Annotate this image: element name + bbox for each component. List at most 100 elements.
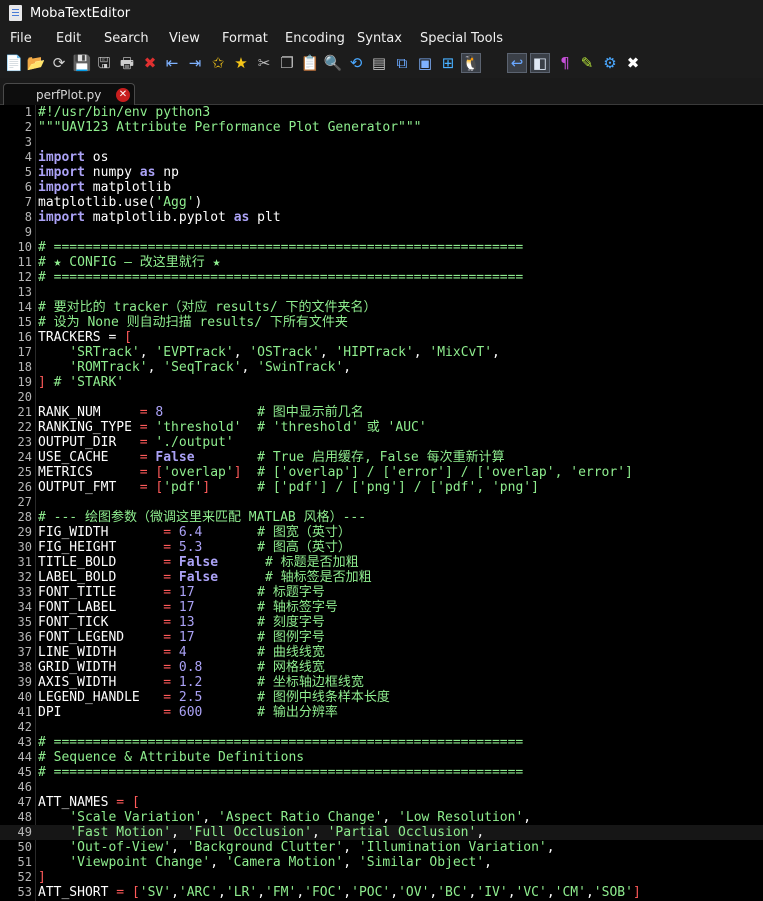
replace-icon[interactable]: ⟲ [346, 53, 366, 73]
indent-icon[interactable]: ⇥ [185, 53, 205, 73]
code-line[interactable]: 26 OUTPUT_FMT = ['pdf'] # ['pdf'] / ['png… [0, 480, 763, 495]
code-line[interactable]: 43 # ====================================… [0, 735, 763, 750]
paste-icon[interactable]: 📋 [300, 53, 320, 73]
menu-special-tools[interactable]: Special Tools [420, 31, 503, 46]
code-line[interactable]: 47 ATT_NAMES = [ [0, 795, 763, 810]
word-wrap-icon[interactable]: ↩ [507, 53, 527, 73]
code-line[interactable]: 17 'SRTrack', 'EVPTrack', 'OSTrack', 'HI… [0, 345, 763, 360]
code-line[interactable]: 23 OUTPUT_DIR = './output' [0, 435, 763, 450]
line-number: 15 [17, 315, 32, 329]
line-code: # ======================================… [38, 735, 523, 750]
code-token: , [241, 360, 258, 375]
code-line[interactable]: 5 import numpy as np [0, 165, 763, 180]
code-line[interactable]: 46 [0, 780, 763, 795]
code-line[interactable]: 24 USE_CACHE = False # True 启用缓存, False 每… [0, 450, 763, 465]
code-line[interactable]: 9 [0, 225, 763, 240]
menu-syntax[interactable]: Syntax [357, 31, 402, 46]
code-line[interactable]: 52] [0, 870, 763, 885]
code-token: 'OSTrack' [249, 345, 320, 360]
code-line[interactable]: 28 # --- 绘图参数（微调这里来匹配 MATLAB 风格）--- [0, 510, 763, 525]
code-line[interactable]: 18 'ROMTrack', 'SeqTrack', 'SwinTrack', [0, 360, 763, 375]
code-line[interactable]: 33 FONT_TITLE = 17 # 标题字号 [0, 585, 763, 600]
code-line[interactable]: 32 LABEL_BOLD = False # 轴标签是否加粗 [0, 570, 763, 585]
code-token: = [163, 585, 172, 600]
line-code: matplotlib.use('Agg') [38, 195, 202, 210]
code-line[interactable]: 3 [0, 135, 763, 150]
code-line[interactable]: 31 TITLE_BOLD = False # 标题是否加粗 [0, 555, 763, 570]
code-line[interactable]: 34 FONT_LABEL = 17 # 轴标签字号 [0, 600, 763, 615]
unindent-icon[interactable]: ⇤ [162, 53, 182, 73]
highlight-icon[interactable]: ✎ [577, 53, 597, 73]
open-folder-icon[interactable]: 📂 [26, 53, 46, 73]
tab-close-icon[interactable]: ✕ [116, 88, 130, 102]
code-line[interactable]: 10 # ====================================… [0, 240, 763, 255]
code-line[interactable]: 41 DPI = 600 # 输出分辨率 [0, 705, 763, 720]
code-line[interactable]: 35 FONT_TICK = 13 # 刻度字号 [0, 615, 763, 630]
code-line[interactable]: 19] # 'STARK' [0, 375, 763, 390]
code-line[interactable]: 1 #!/usr/bin/env python3 [0, 105, 763, 120]
code-line[interactable]: 20 [0, 390, 763, 405]
linux-icon[interactable]: 🐧 [461, 53, 481, 73]
menu-search[interactable]: Search [104, 31, 149, 46]
exit-icon[interactable]: ✖ [623, 53, 643, 73]
line-number: 25 [17, 465, 32, 479]
bookmark-add-icon[interactable]: ✩ [208, 53, 228, 73]
document-icon[interactable]: ▤ [369, 53, 389, 73]
code-line[interactable]: 42 [0, 720, 763, 735]
code-line[interactable]: 39 AXIS_WIDTH = 1.2 # 坐标轴边框线宽 [0, 675, 763, 690]
code-line[interactable]: 30 FIG_HEIGHT = 5.3 # 图高（英寸） [0, 540, 763, 555]
code-line[interactable]: 27 [0, 495, 763, 510]
cut-icon[interactable]: ✂ [254, 53, 274, 73]
code-line[interactable]: 16 TRACKERS = [ [0, 330, 763, 345]
tab-perfplot[interactable]: perfPlot.py ✕ [3, 83, 135, 106]
compare-icon[interactable]: ⧉ [392, 53, 412, 73]
close-file-icon[interactable]: ✖ [140, 53, 160, 73]
save-all-icon[interactable]: 🖫 [94, 53, 114, 73]
code-line[interactable]: 38 GRID_WIDTH = 0.8 # 网格线宽 [0, 660, 763, 675]
menu-encoding[interactable]: Encoding [285, 31, 345, 46]
code-line[interactable]: 8 import matplotlib.pyplot as plt [0, 210, 763, 225]
code-line[interactable]: 13 [0, 285, 763, 300]
code-line[interactable]: 37 LINE_WIDTH = 4 # 曲线线宽 [0, 645, 763, 660]
code-line[interactable]: 36 FONT_LEGEND = 17 # 图例字号 [0, 630, 763, 645]
code-line[interactable]: 15 # 设为 None 则自动扫描 results/ 下所有文件夹 [0, 315, 763, 330]
copy-icon[interactable]: ❐ [277, 53, 297, 73]
code-line[interactable]: 49 'Fast Motion', 'Full Occlusion', 'Par… [0, 825, 763, 840]
windows-icon[interactable]: ⊞ [438, 53, 458, 73]
code-line[interactable]: 7 matplotlib.use('Agg') [0, 195, 763, 210]
code-line[interactable]: 14 # 要对比的 tracker（对应 results/ 下的文件夹名） [0, 300, 763, 315]
code-line[interactable]: 12 # ====================================… [0, 270, 763, 285]
code-line[interactable]: 25 METRICS = ['overlap'] # ['overlap'] / … [0, 465, 763, 480]
apple-icon[interactable] [484, 53, 504, 73]
reload-icon[interactable]: ⟳ [49, 53, 69, 73]
menu-view[interactable]: View [169, 31, 200, 46]
save-icon[interactable]: 💾 [72, 53, 92, 73]
code-line[interactable]: 4 import os [0, 150, 763, 165]
code-line[interactable]: 22 RANKING_TYPE = 'threshold' # 'threshol… [0, 420, 763, 435]
code-line[interactable]: 51 'Viewpoint Change', 'Camera Motion', … [0, 855, 763, 870]
code-line[interactable]: 11 # ★ CONFIG — 改这里就行 ★ [0, 255, 763, 270]
code-line[interactable]: 45 # ====================================… [0, 765, 763, 780]
bookmark-next-icon[interactable]: ★ [231, 53, 251, 73]
menu-file[interactable]: File [10, 31, 32, 46]
code-editor[interactable]: 1 #!/usr/bin/env python3 2 """UAV123 Attrib… [0, 105, 763, 901]
code-line[interactable]: 44 # Sequence & Attribute Definitions [0, 750, 763, 765]
code-line[interactable]: 40 LEGEND_HANDLE = 2.5 # 图例中线条样本长度 [0, 690, 763, 705]
code-line[interactable]: 50 'Out-of-View', 'Background Clutter', … [0, 840, 763, 855]
show-symbols-icon[interactable]: ¶ [555, 53, 575, 73]
code-line[interactable]: 29 FIG_WIDTH = 6.4 # 图宽（英寸） [0, 525, 763, 540]
find-icon[interactable]: 🔍 [323, 53, 343, 73]
split-view-icon[interactable]: ◧ [530, 53, 550, 73]
code-line[interactable]: 6 import matplotlib [0, 180, 763, 195]
new-file-icon[interactable]: 📄 [4, 53, 24, 73]
terminal-icon[interactable]: ▣ [415, 53, 435, 73]
code-line[interactable]: 21 RANK_NUM = 8 # 图中显示前几名 [0, 405, 763, 420]
code-token: = [139, 420, 148, 435]
code-line[interactable]: 53 ATT_SHORT = ['SV','ARC','LR','FM','FOC… [0, 885, 763, 900]
code-line[interactable]: 48 'Scale Variation', 'Aspect Ratio Chan… [0, 810, 763, 825]
code-line[interactable]: 2 """UAV123 Attribute Performance Plot Ge… [0, 120, 763, 135]
menu-format[interactable]: Format [222, 31, 268, 46]
menu-edit[interactable]: Edit [56, 31, 81, 46]
print-icon[interactable]: 🖶 [117, 53, 137, 73]
settings-icon[interactable]: ⚙ [600, 53, 620, 73]
